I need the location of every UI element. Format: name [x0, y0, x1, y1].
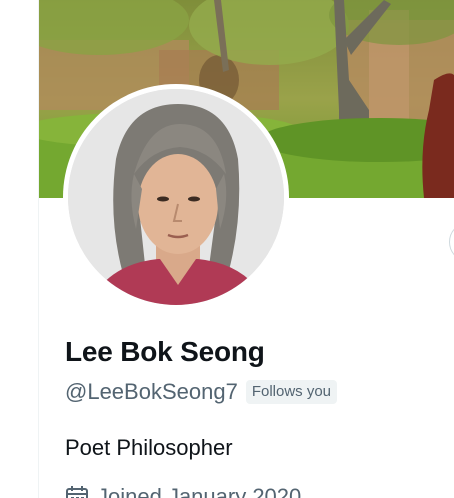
handle-row: @LeeBokSeong7 Follows you	[65, 378, 338, 406]
user-handle: @LeeBokSeong7	[65, 379, 238, 404]
follows-you-badge: Follows you	[245, 380, 338, 404]
profile-avatar[interactable]	[63, 84, 289, 310]
profile-page: Lee Bok Seong @LeeBokSeong7 Follows you …	[0, 0, 454, 498]
joined-date-row: Joined January 2020	[65, 484, 301, 498]
display-name: Lee Bok Seong	[65, 336, 265, 367]
profile-bio: Poet Philosopher	[65, 435, 233, 460]
more-options-button[interactable]	[449, 222, 454, 262]
calendar-icon	[65, 485, 89, 498]
avatar-photo	[68, 89, 284, 305]
joined-date: Joined January 2020	[97, 484, 302, 498]
